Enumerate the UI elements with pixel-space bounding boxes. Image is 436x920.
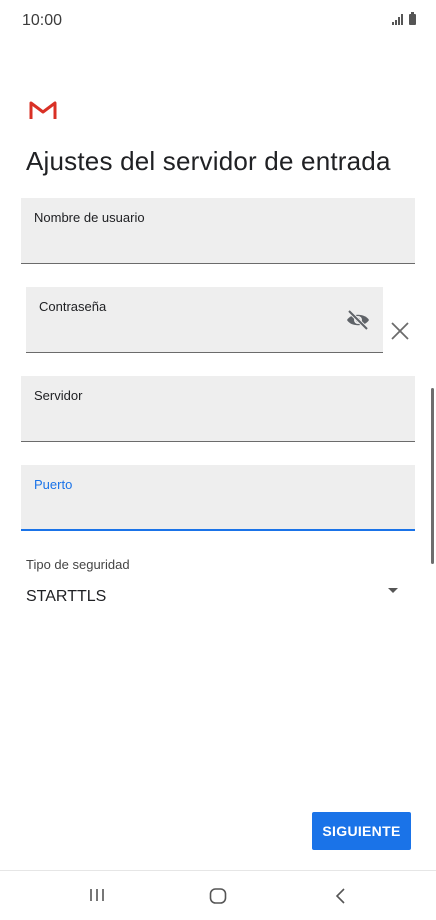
status-icons <box>392 12 416 25</box>
port-label: Puerto <box>34 477 73 492</box>
security-type-dropdown[interactable]: STARTTLS <box>21 580 415 616</box>
dropdown-arrow-icon <box>388 588 398 593</box>
scrollbar[interactable] <box>431 388 434 564</box>
port-field[interactable]: Puerto <box>21 465 415 531</box>
next-button[interactable]: SIGUIENTE <box>312 812 411 850</box>
status-bar: 10:00 <box>0 0 436 44</box>
port-input[interactable] <box>34 501 402 523</box>
security-type-value: STARTTLS <box>26 588 107 605</box>
eye-off-icon[interactable] <box>345 309 371 331</box>
server-label: Servidor <box>34 388 83 403</box>
status-time: 10:00 <box>22 12 63 29</box>
username-label: Nombre de usuario <box>34 210 145 225</box>
server-field[interactable]: Servidor <box>21 376 415 442</box>
home-icon[interactable] <box>209 888 227 904</box>
server-input[interactable] <box>34 413 402 435</box>
password-field[interactable]: Contraseña <box>26 287 383 353</box>
gmail-logo <box>29 101 57 119</box>
security-type-label: Tipo de seguridad <box>26 557 130 572</box>
password-input[interactable] <box>39 324 335 346</box>
username-input[interactable] <box>34 235 402 257</box>
recents-icon[interactable] <box>88 887 106 903</box>
back-icon[interactable] <box>334 887 348 905</box>
screen: 10:00 Ajustes del servidor de entrada No… <box>0 0 436 920</box>
password-label: Contraseña <box>39 299 107 314</box>
signal-icon <box>392 14 403 25</box>
battery-icon <box>409 12 416 25</box>
page-title: Ajustes del servidor de entrada <box>26 146 391 176</box>
close-icon[interactable] <box>389 320 411 342</box>
navigation-bar <box>0 870 436 920</box>
username-field[interactable]: Nombre de usuario <box>21 198 415 264</box>
